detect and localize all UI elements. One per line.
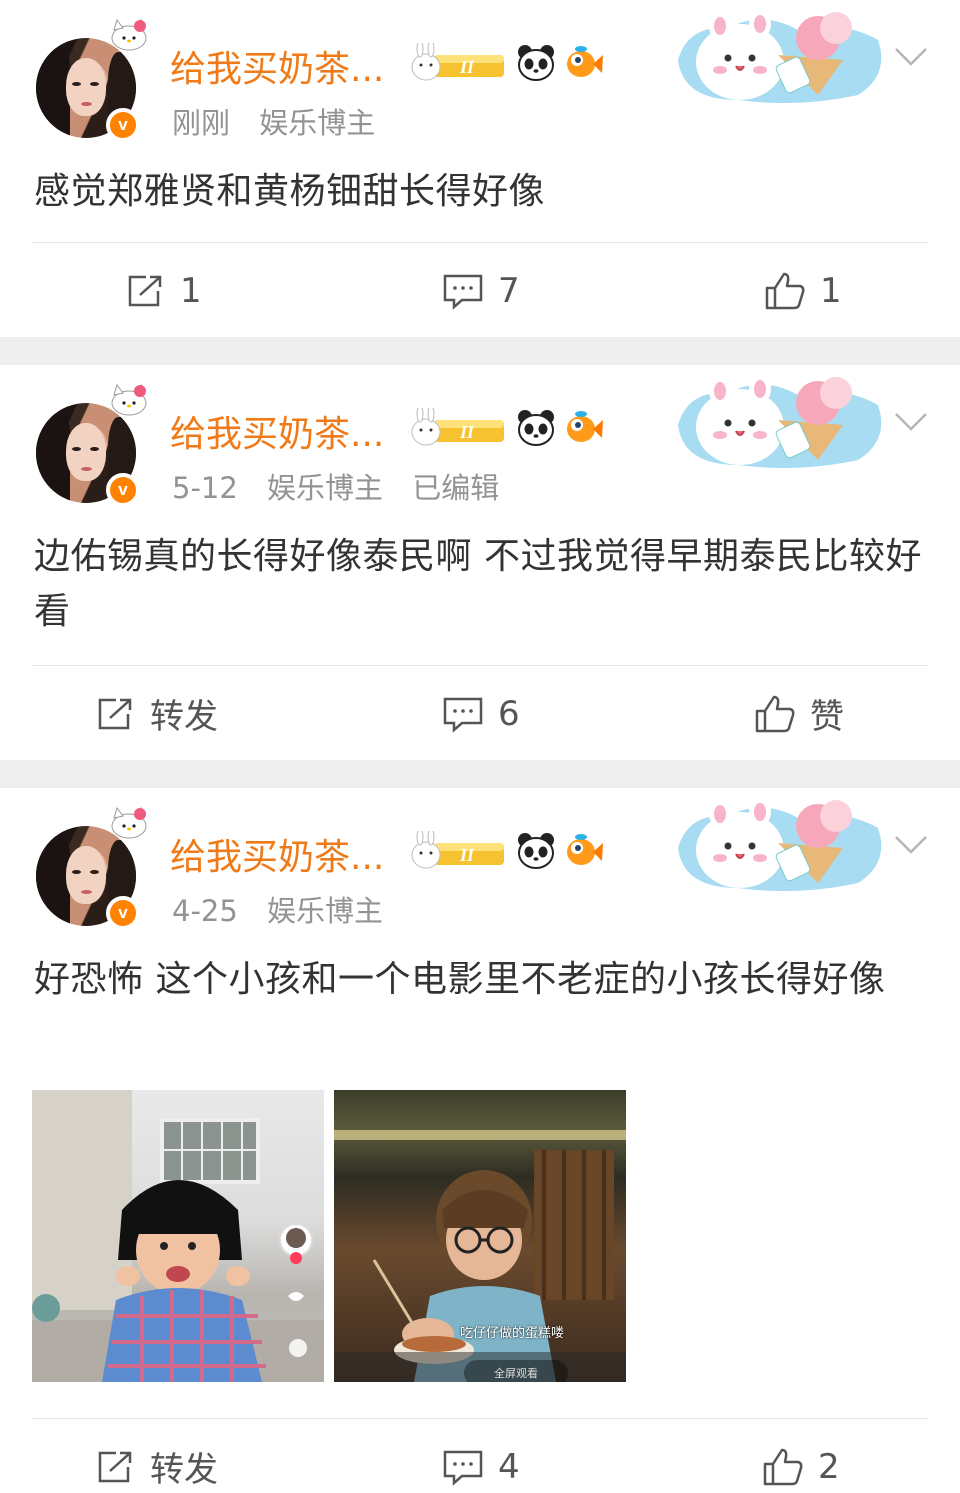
- weibo-feed: v 给我买奶茶... II 刚刚 娱乐博主 感觉郑雅贤和黄杨钿甜长得好像 1 7…: [0, 0, 960, 1493]
- panda-icon[interactable]: [516, 43, 556, 83]
- like-count: 2: [818, 1446, 840, 1487]
- user-badges: II: [404, 42, 604, 84]
- username[interactable]: 给我买奶茶...: [170, 40, 384, 92]
- level-badge-icon[interactable]: II: [404, 43, 508, 83]
- post-text: 边佑锡真的长得好像泰民啊 不过我觉得早期泰民比较好看: [34, 536, 922, 632]
- chevron-down-icon[interactable]: [894, 834, 928, 856]
- avatar[interactable]: v: [36, 806, 147, 930]
- level-text: II: [459, 57, 475, 77]
- verified-badge: v: [106, 473, 140, 507]
- thumbs-up-icon: [765, 272, 805, 309]
- comment-count: 6: [498, 693, 520, 734]
- post-time: 5-12: [172, 471, 238, 505]
- comment-icon: [443, 274, 483, 310]
- avatar[interactable]: v: [36, 383, 147, 507]
- action-bar: 转发 6 赞: [32, 666, 928, 761]
- repost-button[interactable]: 转发: [96, 1419, 218, 1493]
- thumbs-up-icon: [763, 1448, 803, 1485]
- goldfish-icon[interactable]: [564, 408, 604, 448]
- post-text: 感觉郑雅贤和黄杨钿甜长得好像: [34, 171, 546, 212]
- post-card: v 给我买奶茶... II: [0, 788, 960, 1493]
- user-badges: II: [404, 830, 604, 872]
- comment-button[interactable]: 6: [442, 666, 520, 761]
- post-card: v 给我买奶茶... II: [0, 0, 960, 337]
- user-badges: II: [404, 407, 604, 449]
- feed-separator: [0, 337, 960, 365]
- goldfish-icon[interactable]: [564, 43, 604, 83]
- bunny-icecream-decoration-icon: [678, 10, 882, 104]
- repost-icon: [98, 1451, 132, 1482]
- feed-separator: [0, 760, 960, 788]
- action-bar: 转发 4 2: [32, 1419, 928, 1493]
- verified-badge: v: [106, 108, 140, 142]
- repost-icon: [98, 698, 132, 729]
- action-bar: 1 7 1: [32, 243, 928, 338]
- post-time: 刚刚: [172, 106, 231, 140]
- username[interactable]: 给我买奶茶...: [170, 828, 384, 880]
- post-text: 好恐怖 这个小孩和一个电影里不老症的小孩长得好像: [34, 959, 886, 1000]
- comment-count: 7: [498, 270, 520, 311]
- level-badge-icon[interactable]: II: [404, 831, 508, 871]
- post-header: v 给我买奶茶... II: [32, 0, 928, 150]
- comment-icon: [443, 697, 483, 733]
- child-photo-illustration-icon: [32, 1090, 324, 1382]
- repost-button[interactable]: 转发: [96, 666, 218, 761]
- username[interactable]: 给我买奶茶...: [170, 405, 384, 457]
- repost-button[interactable]: 1: [126, 243, 202, 338]
- comment-button[interactable]: 4: [442, 1419, 520, 1493]
- movie-still[interactable]: 吃仔仔做的蛋糕喽 全屏观看: [334, 1090, 626, 1382]
- image-grid: 吃仔仔做的蛋糕喽 全屏观看: [32, 1090, 928, 1382]
- repost-count: 1: [180, 270, 202, 311]
- verified-badge: v: [106, 896, 140, 930]
- repost-label: 转发: [150, 1450, 218, 1490]
- thumbs-up-icon: [755, 695, 795, 732]
- bunny-icecream-decoration-icon: [678, 375, 882, 469]
- fullscreen-label: 全屏观看: [494, 1367, 538, 1380]
- goldfish-icon[interactable]: [564, 831, 604, 871]
- like-button[interactable]: 赞: [754, 666, 844, 761]
- chevron-down-icon[interactable]: [894, 46, 928, 68]
- post-time: 4-25: [172, 894, 238, 928]
- post-meta: 4-25 娱乐博主: [172, 888, 403, 930]
- bunny-icecream-decoration-icon: [678, 798, 882, 892]
- edited-label: 已编辑: [412, 471, 500, 505]
- post-meta: 5-12 娱乐博主 已编辑: [172, 465, 519, 507]
- comment-icon: [443, 1450, 483, 1486]
- level-badge-icon[interactable]: II: [404, 408, 508, 448]
- fullscreen-button[interactable]: 全屏观看: [464, 1360, 568, 1382]
- like-button[interactable]: 2: [762, 1419, 840, 1493]
- chevron-down-icon[interactable]: [894, 411, 928, 433]
- comment-button[interactable]: 7: [442, 243, 520, 338]
- like-count: 1: [820, 270, 842, 311]
- panda-icon[interactable]: [516, 831, 556, 871]
- video-caption: 吃仔仔做的蛋糕喽: [460, 1326, 565, 1341]
- post-header: v 给我买奶茶... II: [32, 788, 928, 938]
- panda-icon[interactable]: [516, 408, 556, 448]
- post-header: v 给我买奶茶... II: [32, 365, 928, 515]
- child-photo[interactable]: [32, 1090, 324, 1382]
- level-text: II: [459, 845, 475, 865]
- user-tag: 娱乐博主: [267, 471, 384, 505]
- user-tag: 娱乐博主: [267, 894, 384, 928]
- user-tag: 娱乐博主: [259, 106, 376, 140]
- level-text: II: [459, 422, 475, 442]
- repost-icon: [128, 275, 162, 306]
- post-meta: 刚刚 娱乐博主: [172, 100, 395, 142]
- avatar[interactable]: v: [36, 18, 147, 142]
- repost-label: 转发: [150, 697, 218, 737]
- post-card: v 给我买奶茶... II: [0, 365, 960, 760]
- comment-count: 4: [498, 1446, 520, 1487]
- like-label: 赞: [810, 697, 844, 737]
- like-button[interactable]: 1: [764, 243, 842, 338]
